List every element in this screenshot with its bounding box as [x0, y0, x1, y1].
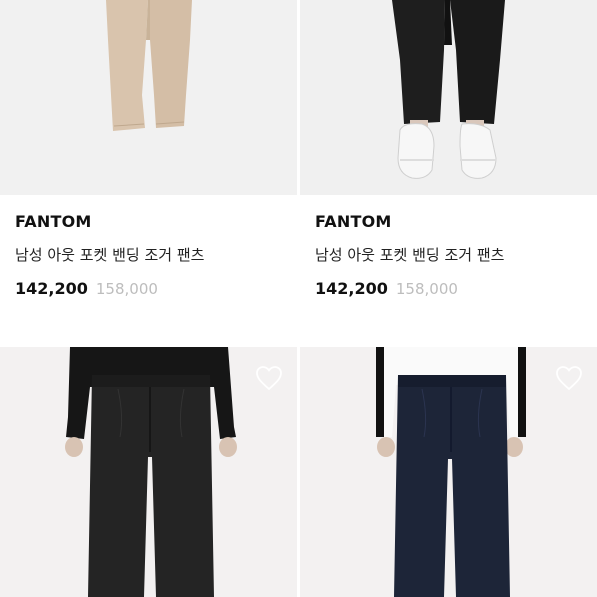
product-prices: 142,200 158,000 [15, 278, 297, 300]
product-card[interactable] [0, 347, 297, 597]
sale-price: 142,200 [15, 279, 88, 298]
heart-outline-icon[interactable] [555, 365, 583, 391]
product-card[interactable] [300, 347, 597, 597]
product-prices: 142,200 158,000 [315, 278, 597, 300]
product-card[interactable]: FANTOM 남성 아웃 포켓 밴딩 조거 팬츠 142,200 158,000 [0, 0, 297, 300]
product-brand: FANTOM [315, 212, 392, 231]
product-image[interactable] [300, 0, 597, 195]
product-card[interactable]: FANTOM 남성 아웃 포켓 밴딩 조거 팬츠 142,200 158,000 [300, 0, 597, 300]
heart-outline-icon[interactable] [255, 365, 283, 391]
original-price: 158,000 [95, 280, 158, 298]
product-brand: FANTOM [15, 212, 92, 231]
product-name[interactable]: 남성 아웃 포켓 밴딩 조거 팬츠 [15, 245, 297, 265]
product-grid: FANTOM 남성 아웃 포켓 밴딩 조거 팬츠 142,200 158,000 [0, 0, 597, 597]
product-image[interactable] [300, 347, 597, 597]
product-name[interactable]: 남성 아웃 포켓 밴딩 조거 팬츠 [315, 245, 597, 265]
product-image[interactable] [0, 0, 297, 195]
original-price: 158,000 [395, 280, 458, 298]
sale-price: 142,200 [315, 279, 388, 298]
product-image[interactable] [0, 347, 297, 597]
